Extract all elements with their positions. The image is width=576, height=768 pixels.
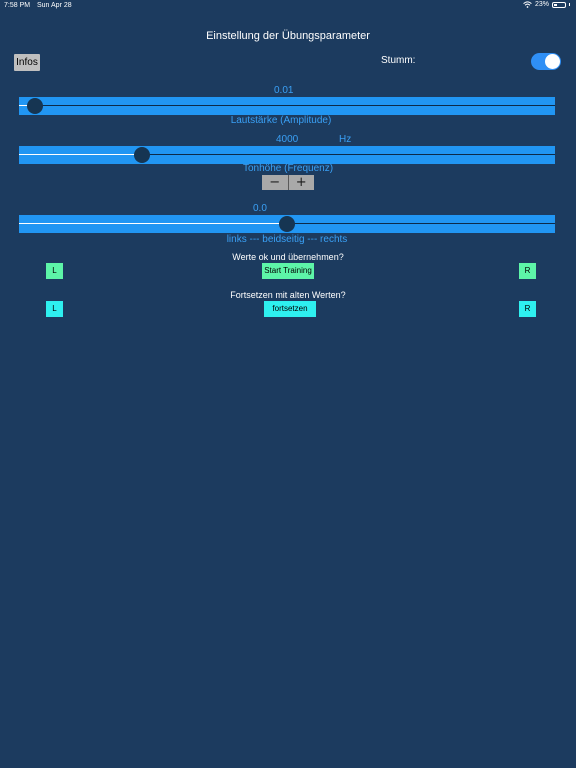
infos-button[interactable]: Infos — [14, 54, 40, 71]
wifi-icon — [523, 1, 532, 8]
battery-tip — [569, 3, 570, 6]
start-right-button[interactable]: R — [519, 263, 536, 279]
status-bar: 7:58 PM Sun Apr 28 23% — [0, 0, 576, 12]
battery-icon — [552, 1, 566, 8]
mute-label: Stumm: — [381, 55, 416, 66]
increment-button[interactable]: + — [289, 175, 315, 190]
balance-slider[interactable] — [19, 215, 555, 233]
balance-value: 0.0 — [253, 203, 267, 214]
continue-button[interactable]: fortsetzen — [264, 301, 316, 317]
amplitude-slider[interactable] — [19, 97, 555, 115]
start-left-button[interactable]: L — [46, 263, 63, 279]
balance-caption: links --- beidseitig --- rechts — [226, 234, 348, 245]
continue-left-button[interactable]: L — [46, 301, 63, 317]
toggle-knob — [545, 54, 560, 69]
status-indicators: 23% — [523, 1, 570, 8]
page-title: Einstellung der Übungsparameter — [206, 30, 370, 42]
slider-fill — [19, 223, 287, 224]
start-training-button[interactable]: Start Training — [262, 263, 314, 279]
status-time: 7:58 PM — [4, 2, 31, 9]
amplitude-value: 0.01 — [274, 85, 294, 96]
slider-fill — [19, 154, 142, 155]
mute-toggle[interactable] — [531, 53, 561, 70]
frequency-unit: Hz — [339, 134, 352, 145]
frequency-stepper[interactable]: − + — [262, 175, 314, 190]
status-date: Sun Apr 28 — [37, 2, 72, 9]
amplitude-caption: Lautstärke (Amplitude) — [230, 115, 332, 126]
battery-percent: 23% — [534, 1, 549, 8]
slider-track — [19, 105, 555, 106]
frequency-value: 4000 — [276, 134, 299, 145]
slider-thumb[interactable] — [27, 98, 43, 114]
slider-thumb[interactable] — [134, 147, 150, 163]
slider-thumb[interactable] — [279, 216, 295, 232]
start-prompt: Werte ok und übernehmen? — [232, 252, 344, 262]
decrement-button[interactable]: − — [262, 175, 288, 190]
frequency-slider[interactable] — [19, 146, 555, 164]
continue-right-button[interactable]: R — [519, 301, 536, 317]
continue-prompt: Fortsetzen mit alten Werten? — [230, 290, 346, 300]
frequency-caption: Tonhöhe (Frequenz) — [242, 163, 334, 174]
